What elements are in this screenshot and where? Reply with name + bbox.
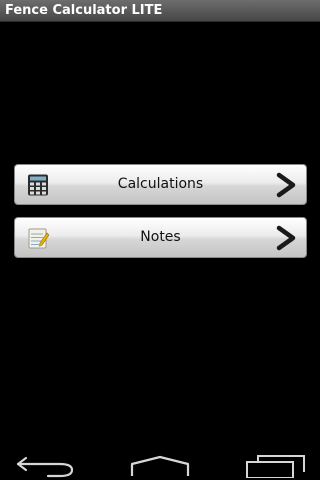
notes-label: Notes (140, 229, 181, 245)
back-icon[interactable] (14, 452, 76, 478)
calculations-button[interactable]: Calculations (14, 164, 307, 205)
home-icon[interactable] (129, 452, 191, 478)
title-bar: Fence Calculator LITE (0, 0, 320, 22)
chevron-right-icon (276, 225, 296, 251)
main-content: Calculations Notes (0, 22, 320, 450)
recent-apps-icon[interactable] (244, 452, 306, 478)
navigation-bar (0, 450, 320, 480)
notes-button[interactable]: Notes (14, 217, 307, 258)
calculations-label: Calculations (117, 176, 204, 192)
app-title: Fence Calculator LITE (5, 3, 163, 18)
chevron-right-icon (276, 172, 296, 198)
